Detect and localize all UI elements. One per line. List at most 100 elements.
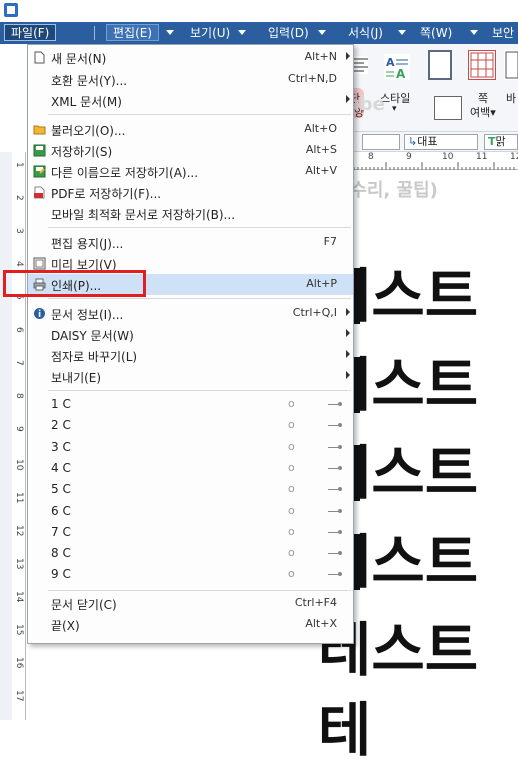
menu-item-daisy[interactable]: DAISY 문서(W) [28,324,353,345]
menu-view[interactable]: 보기(U) [184,25,236,42]
pin-icon[interactable] [328,487,342,491]
recent-file-suffix: o [288,397,295,410]
font-combo[interactable]: T맑 [484,134,518,150]
menu-item-label: 호환 문서(Y)... [51,74,128,88]
menu-page[interactable]: 쪽(W) [414,25,458,42]
margin-icon[interactable] [434,96,462,120]
pin-icon[interactable] [328,423,342,427]
shortcut-text: Alt+X [305,617,337,630]
ribbon-toolbar: AA 단 양 스타일 ▾ 쪽 여백▾ 바 [350,44,518,132]
ruler-top[interactable]: 8 9 10 11 12 [349,152,518,170]
left-gutter [0,152,12,720]
shortcut-text: Alt+O [304,122,337,135]
pin-icon[interactable] [328,572,342,576]
pin-icon[interactable] [328,551,342,555]
title-bar [0,0,518,20]
ruler-number: 8 [368,152,374,162]
hwp-app-icon [4,3,18,17]
menu-item-save-mobile[interactable]: 모바일 최적화 문서로 저장하기(B)... [28,203,353,224]
ruler-number: 16 [14,657,24,669]
shortcut-text: Alt+N [304,50,337,63]
ruler-number: 13 [14,558,24,570]
recent-file-suffix: o [288,461,295,474]
recent-file-label: 8 C [51,546,71,560]
menu-item-label: 점자로 바꾸기(L) [51,350,138,364]
menu-item-save-as[interactable]: 다른 이름으로 저장하기(A)... Alt+V [28,161,353,182]
chevron-down-icon[interactable] [238,30,246,35]
page-grid-icon[interactable] [468,50,496,80]
shortcut-text: Alt+P [306,277,337,290]
recent-file-suffix: o [288,525,295,538]
pin-icon[interactable] [328,530,342,534]
submenu-arrow-icon [346,308,350,316]
menu-separator [48,298,351,299]
ruler-number: 15 [14,624,24,636]
menu-item-send[interactable]: 보내기(E) [28,366,353,387]
recent-file-item[interactable]: 5 C o [28,479,353,500]
menu-edit[interactable]: 편집(E) [106,24,160,41]
document-text[interactable]: 테 [318,700,371,760]
recent-file-item[interactable]: 1 C o [28,394,353,415]
chevron-down-icon[interactable] [318,30,326,35]
menu-item-label: 보내기(E) [51,371,102,385]
page-more-icon[interactable] [504,50,518,80]
pin-icon[interactable] [328,445,342,449]
menu-item-exit[interactable]: 끝(X) Alt+X [28,614,353,635]
menu-format[interactable]: 서식(J) [342,25,389,42]
info-icon [34,308,45,319]
menu-file[interactable]: 파일(F) [4,24,57,41]
recent-file-item[interactable]: 8 C o [28,543,353,564]
ruler-left[interactable]: 1 2 3 4 5 6 7 8 9 10 11 12 13 14 15 16 17 [12,152,26,720]
menu-separator [48,390,351,391]
menu-item-doc-info[interactable]: 문서 정보(I)... Ctrl+Q,I [28,303,353,324]
recent-file-item[interactable]: 2 C o [28,415,353,436]
ruler-number: 11 [476,152,488,162]
menu-item-xml-document[interactable]: XML 문서(M) [28,90,353,111]
menu-item-label: DAISY 문서(W) [51,329,134,343]
style-combo[interactable]: ↳대표 [404,134,478,150]
menu-item-compat-document[interactable]: 호환 문서(Y)... Ctrl+N,D [28,69,353,90]
chevron-down-icon[interactable] [470,30,478,35]
pdf-icon [34,186,45,199]
menu-item-close-document[interactable]: 문서 닫기(C) Ctrl+F4 [28,593,353,614]
chevron-down-icon[interactable] [166,30,174,35]
pin-icon[interactable] [328,509,342,513]
pin-icon[interactable] [328,402,342,406]
menu-insert[interactable]: 입력(D) [262,25,315,42]
recent-file-label: 2 C [51,418,71,432]
style-icon[interactable]: AA [384,54,410,81]
page-icon[interactable] [428,50,452,80]
menu-security[interactable]: 보안 [486,25,518,42]
menu-item-label: 문서 닫기(C) [51,598,117,612]
chevron-down-icon[interactable] [398,30,406,35]
recent-file-suffix: o [288,440,295,453]
menu-item-open[interactable]: 불러오기(O)... Alt+O [28,119,353,140]
margin-label[interactable]: 여백▾ [470,104,496,120]
recent-file-item[interactable]: 6 C o [28,501,353,522]
menu-item-save[interactable]: 저장하기(S) Alt+S [28,140,353,161]
menu-bar: 파일(F) 편집(E) 보기(U) 입력(D) 서식(J) 쪽(W) 보안 [0,22,518,44]
pin-icon[interactable] [328,466,342,470]
recent-file-label: 5 C [51,482,71,496]
file-menu-dropdown: 새 문서(N) Alt+N 호환 문서(Y)... Ctrl+N,D XML 문… [27,44,354,644]
svg-text:A: A [396,67,406,80]
recent-file-item[interactable]: 9 C o [28,564,353,585]
menu-item-braille[interactable]: 점자로 바꾸기(L) [28,345,353,366]
ruler-number: 6 [14,327,24,333]
menu-item-save-pdf[interactable]: PDF로 저장하기(F)... [28,182,353,203]
recent-file-item[interactable]: 7 C o [28,522,353,543]
menu-item-page-setup[interactable]: 편집 용지(J)... F7 [28,232,353,253]
ruler-number: 8 [14,393,24,399]
align-icon[interactable] [354,56,368,74]
recent-file-item[interactable]: 3 C o [28,437,353,458]
ruler-ticks [349,162,515,170]
recent-file-item[interactable]: 4 C o [28,458,353,479]
ruler-number: 7 [14,360,24,366]
menu-separator [48,227,351,228]
menu-item-new-document[interactable]: 새 문서(N) Alt+N [28,47,353,68]
shortcut-text: F7 [323,235,337,248]
recent-file-suffix: o [288,567,295,580]
page-combo[interactable] [362,134,400,150]
menu-separator [48,114,351,115]
submenu-arrow-icon [346,95,350,103]
